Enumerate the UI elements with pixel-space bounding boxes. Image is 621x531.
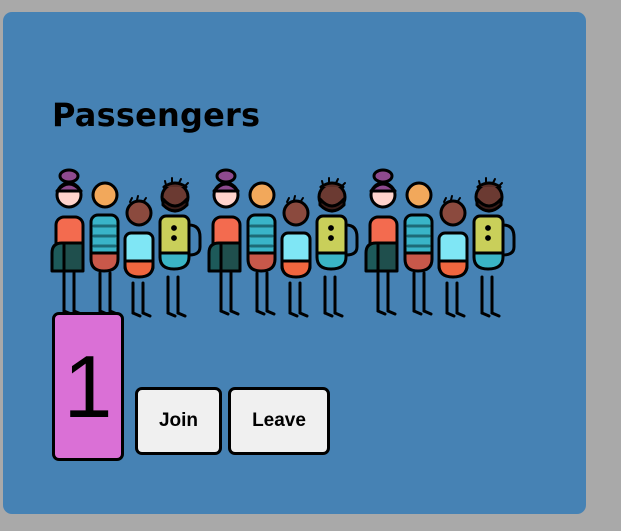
join-button[interactable]: Join [135,387,222,455]
panel-title: Passengers [52,96,261,134]
leave-button[interactable]: Leave [228,387,330,455]
passenger-count-display: 1 [52,312,124,461]
people-crowd-icon [50,168,516,318]
passenger-count-value: 1 [63,336,113,436]
